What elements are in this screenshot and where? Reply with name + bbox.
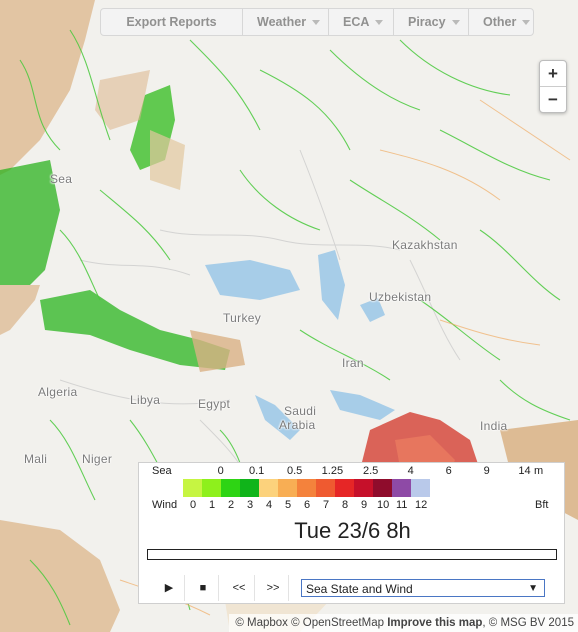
osm-attribution-link[interactable]: © OpenStreetMap	[291, 617, 384, 629]
mapbox-attribution-link[interactable]: © Mapbox	[235, 617, 288, 629]
sea-value-label: 1.25	[321, 465, 344, 477]
play-button[interactable]: ▶	[154, 575, 185, 601]
color-swatch	[183, 479, 202, 497]
piracy-label: Piracy	[408, 15, 446, 29]
color-swatch	[373, 479, 392, 497]
place-label-india: India	[480, 419, 508, 433]
wind-value-label: 12	[415, 499, 428, 511]
wind-value-label: 11	[396, 499, 408, 511]
sea-value-label: 4	[407, 465, 414, 477]
wind-value-label: 3	[247, 499, 254, 511]
place-label-turkey: Turkey	[223, 311, 262, 325]
export-reports-button[interactable]: Export Reports	[101, 9, 243, 35]
export-reports-label: Export Reports	[126, 15, 217, 29]
sea-unit-label: m	[534, 465, 544, 477]
color-swatch	[335, 479, 354, 497]
wind-value-label: 1	[209, 499, 216, 511]
sea-value-label: 2.5	[363, 465, 379, 477]
eca-menu[interactable]: ECA	[329, 9, 394, 35]
piracy-menu[interactable]: Piracy	[394, 9, 469, 35]
sea-legend-label: Sea	[152, 465, 172, 477]
color-swatch	[297, 479, 316, 497]
wind-value-label: 9	[361, 499, 368, 511]
layer-select[interactable]: Sea State and Wind ▼	[301, 579, 545, 597]
other-menu[interactable]: Other	[469, 9, 533, 35]
timeline-slider[interactable]	[147, 549, 557, 560]
other-label: Other	[483, 15, 517, 29]
color-swatch	[411, 479, 430, 497]
weather-label: Weather	[257, 15, 307, 29]
zoom-control: + −	[539, 60, 567, 113]
sea-value-label: 0.5	[287, 465, 303, 477]
step-back-button[interactable]: <<	[224, 575, 255, 601]
wind-legend-label: Wind	[152, 499, 178, 511]
msg-attribution: , © MSG BV 2015	[482, 617, 574, 629]
step-forward-button[interactable]: >>	[258, 575, 289, 601]
top-toolbar: Export Reports Weather ECA Piracy Other	[100, 8, 534, 36]
sea-value-label: 0.1	[249, 465, 265, 477]
wind-value-label: 6	[304, 499, 311, 511]
chevron-down-icon	[375, 20, 384, 26]
chevron-down-icon: ▼	[528, 583, 538, 594]
weather-map[interactable]: Kazakhstan Uzbekistan Turkey Iran Algeri…	[0, 0, 578, 632]
legend-panel: Sea 0 0.1 0.5 1.25 2.5 4 6 9 14 m Wind 012345678…	[138, 462, 565, 604]
color-swatch	[392, 479, 411, 497]
color-swatch	[354, 479, 373, 497]
improve-map-link[interactable]: Improve this map	[387, 617, 482, 629]
place-label-mali: Mali	[24, 452, 48, 466]
chevron-down-icon	[312, 20, 321, 26]
zoom-out-button[interactable]: −	[540, 87, 566, 112]
wind-value-label: 4	[266, 499, 273, 511]
place-label-algeria: Algeria	[38, 385, 78, 399]
weather-menu[interactable]: Weather	[243, 9, 329, 35]
color-swatch	[221, 479, 240, 497]
sea-value-label: 9	[483, 465, 490, 477]
zoom-in-button[interactable]: +	[540, 61, 566, 87]
wind-value-label: 5	[285, 499, 292, 511]
place-label-saudi: Saudi	[284, 404, 317, 418]
place-label-sea-fragment: Sea	[50, 172, 73, 186]
color-swatch	[316, 479, 335, 497]
layer-select-value: Sea State and Wind	[306, 582, 413, 596]
sea-value-label: 0	[217, 465, 224, 477]
wind-value-label: 7	[323, 499, 330, 511]
map-attribution: © Mapbox © OpenStreetMap Improve this ma…	[229, 614, 578, 632]
place-label-kazakhstan: Kazakhstan	[392, 238, 458, 252]
wind-value-label: 2	[228, 499, 235, 511]
eca-label: ECA	[343, 15, 370, 29]
color-swatch	[259, 479, 278, 497]
place-label-iran: Iran	[342, 356, 364, 370]
stop-button[interactable]: ■	[188, 575, 219, 601]
color-swatch	[240, 479, 259, 497]
place-label-egypt: Egypt	[198, 397, 231, 411]
color-scale	[183, 479, 430, 497]
place-label-arabia: Arabia	[279, 418, 316, 432]
place-label-uzbekistan: Uzbekistan	[369, 290, 432, 304]
color-swatch	[278, 479, 297, 497]
color-swatch	[202, 479, 221, 497]
chevron-down-icon	[522, 20, 531, 26]
chevron-down-icon	[451, 20, 460, 26]
wind-value-label: 8	[342, 499, 349, 511]
wind-value-label: 0	[190, 499, 197, 511]
place-label-niger: Niger	[82, 452, 113, 466]
wind-value-label: 10	[377, 499, 390, 511]
forecast-date: Tue 23/6 8h	[294, 518, 411, 543]
wind-unit-label: Bft	[535, 499, 549, 511]
place-label-libya: Libya	[130, 393, 161, 407]
sea-value-label: 14	[518, 465, 531, 477]
sea-value-label: 6	[445, 465, 452, 477]
